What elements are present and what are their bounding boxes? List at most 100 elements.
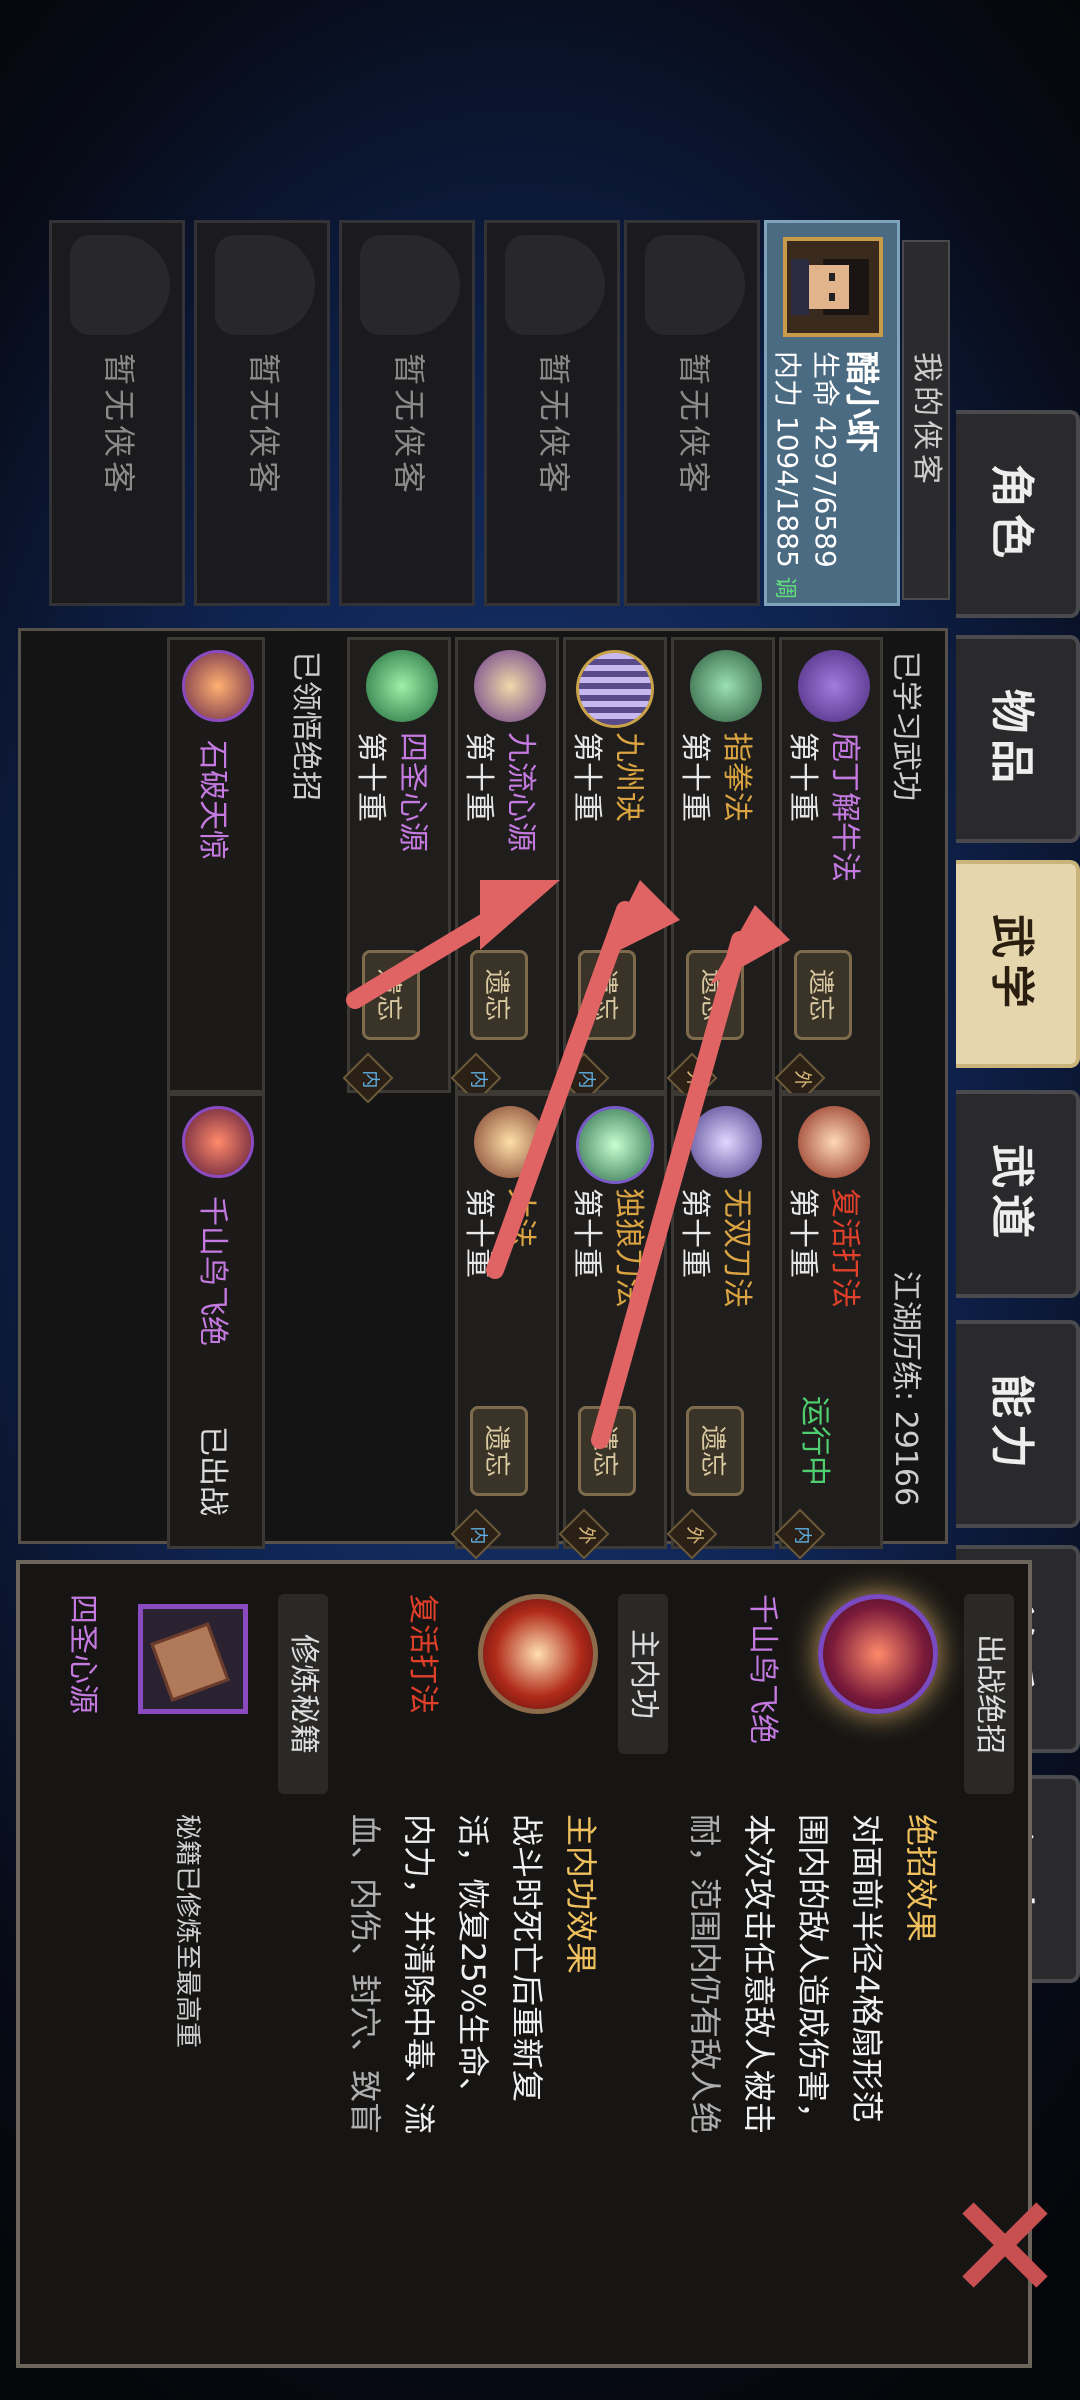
claw-icon bbox=[690, 650, 762, 722]
skill-name: 九州诀 bbox=[611, 732, 646, 822]
tab-ability[interactable]: 能力 bbox=[956, 1320, 1080, 1528]
ultimates-title: 已领悟绝招 bbox=[288, 651, 323, 801]
skill-card[interactable]: 九州诀 第十重 遗忘 内 bbox=[558, 637, 667, 1104]
main-inner-section: 主内功 bbox=[618, 1594, 668, 1754]
learned-skills-title: 已学习武功 bbox=[888, 651, 923, 801]
empty-slot-label: 暂无侠客 bbox=[245, 353, 283, 498]
forget-button[interactable]: 遗忘 bbox=[794, 950, 852, 1040]
forget-button[interactable]: 遗忘 bbox=[686, 950, 744, 1040]
hero-slot-empty[interactable]: 暂无侠客 bbox=[484, 220, 620, 606]
skill-level: 第十重 bbox=[461, 1188, 496, 1278]
ultimate-effect-line: 围内的敌人造成伤害， bbox=[794, 1814, 832, 2135]
skill-name: 九流心源 bbox=[503, 732, 538, 852]
skill-card[interactable]: 复活打法 第十重 运行中 内 bbox=[774, 1093, 883, 1560]
hero-slot-empty[interactable]: 暂无侠客 bbox=[194, 220, 330, 606]
skill-type-badge: 内 bbox=[342, 1052, 394, 1104]
skill-level: 第十重 bbox=[677, 732, 712, 822]
manual-note: 秘籍已修炼至最高重 bbox=[172, 1814, 202, 2049]
skill-level: 第十重 bbox=[677, 1188, 712, 1278]
ultimate-effect-title: 绝招效果 bbox=[902, 1814, 940, 1943]
inner-effect-line: 血、内伤、封穴、致盲 bbox=[346, 1814, 384, 2135]
empty-hero-silhouette-icon bbox=[215, 235, 315, 335]
adjust-label[interactable]: 调 bbox=[772, 577, 797, 599]
hp-label: 生命 bbox=[809, 351, 842, 408]
experience-value: 29166 bbox=[888, 1410, 923, 1507]
skill-level: 第十重 bbox=[353, 732, 388, 822]
empty-slot-label: 暂无侠客 bbox=[675, 353, 713, 498]
forget-button[interactable]: 遗忘 bbox=[686, 1406, 744, 1496]
inner-effect-title: 主内功效果 bbox=[562, 1814, 600, 1975]
skill-card[interactable]: 庖丁解牛法 第十重 遗忘 外 bbox=[774, 637, 883, 1104]
hero-slot-empty[interactable]: 暂无侠客 bbox=[624, 220, 760, 606]
hero-slot-empty[interactable]: 暂无侠客 bbox=[49, 220, 185, 606]
tab-martial-arts[interactable]: 武学 bbox=[956, 860, 1080, 1068]
ultimate-name: 千山鸟飞绝 bbox=[195, 1196, 230, 1346]
forget-button[interactable]: 遗忘 bbox=[578, 1406, 636, 1496]
skill-level: 第十重 bbox=[785, 1188, 820, 1278]
forget-button[interactable]: 遗忘 bbox=[362, 950, 420, 1040]
skill-type-badge: 内 bbox=[450, 1508, 502, 1560]
skill-level: 第十重 bbox=[461, 732, 496, 822]
skill-level: 第十重 bbox=[569, 732, 604, 822]
tab-martial-way[interactable]: 武道 bbox=[956, 1090, 1080, 1298]
hp-value: 4297/6589 bbox=[809, 415, 842, 568]
battle-ultimate-name: 千山鸟飞绝 bbox=[745, 1594, 780, 1744]
empty-slot-label: 暂无侠客 bbox=[535, 353, 573, 498]
ultimate-effect-line: 耐，范围内仍有敌人绝 bbox=[686, 1814, 724, 2135]
hero-hp: 生命 4297/6589 bbox=[807, 351, 847, 568]
running-status: 运行中 bbox=[797, 1396, 832, 1486]
skill-card[interactable]: 九流心源 第十重 遗忘 内 bbox=[450, 637, 559, 1104]
empty-slot-label: 暂无侠客 bbox=[390, 353, 428, 498]
main-inner-name: 复活打法 bbox=[405, 1594, 440, 1714]
empty-hero-silhouette-icon bbox=[645, 235, 745, 335]
orb-icon bbox=[474, 1106, 546, 1178]
mp-label: 内力 bbox=[771, 351, 804, 408]
manual-book-icon bbox=[138, 1604, 248, 1714]
hero-slot-empty[interactable]: 暂无侠客 bbox=[339, 220, 475, 606]
rotated-game-screen: 角色 物品 武学 武道 能力 关系 记事 我的侠客 醋小虾 生命 4297/65… bbox=[0, 0, 1080, 2400]
battle-ultimate-section: 出战绝招 bbox=[964, 1594, 1014, 1794]
swirl-icon bbox=[798, 650, 870, 722]
mp-value: 1094/1885 bbox=[771, 415, 804, 568]
skill-name: 太法 bbox=[503, 1188, 538, 1248]
skills-panel: 已学习武功 江湖历练: 29166 庖丁解牛法 第十重 遗忘 外 指拳法 第十重… bbox=[18, 628, 948, 1560]
hero-card-selected[interactable]: 醋小虾 生命 4297/6589 内力 1094/1885 调 bbox=[764, 220, 900, 606]
skill-name: 无双刀法 bbox=[719, 1188, 754, 1308]
skill-name: 指拳法 bbox=[719, 732, 754, 822]
ultimate-card[interactable]: 千山鸟飞绝 已出战 bbox=[167, 1093, 265, 1549]
manual-section: 修炼秘籍 bbox=[278, 1594, 328, 1794]
ultimate-effect-line: 对面前半径4格扇形范 bbox=[848, 1814, 886, 2123]
pillars-icon bbox=[576, 650, 654, 728]
forget-button[interactable]: 遗忘 bbox=[470, 950, 528, 1040]
skill-level: 第十重 bbox=[785, 732, 820, 822]
skill-card[interactable]: 独狼刀法 第十重 遗忘 外 bbox=[558, 1093, 667, 1560]
skill-card[interactable]: 无双刀法 第十重 遗忘 外 bbox=[666, 1093, 775, 1560]
hero-avatar bbox=[783, 237, 883, 337]
close-button[interactable] bbox=[950, 2190, 1060, 2300]
hero-mp: 内力 1094/1885 调 bbox=[769, 351, 809, 599]
forget-button[interactable]: 遗忘 bbox=[578, 950, 636, 1040]
skill-card[interactable]: 太法 第十重 遗忘 内 bbox=[450, 1093, 559, 1560]
manual-name: 四圣心源 bbox=[65, 1594, 100, 1714]
ultimate-card[interactable]: 石破天惊 bbox=[167, 637, 265, 1093]
tab-role[interactable]: 角色 bbox=[956, 410, 1080, 618]
experience-readout: 江湖历练: 29166 bbox=[887, 1271, 931, 1506]
seal-icon bbox=[182, 1106, 254, 1178]
hero-name: 醋小虾 bbox=[841, 351, 881, 453]
forget-button[interactable]: 遗忘 bbox=[470, 1406, 528, 1496]
ultimate-name: 石破天惊 bbox=[195, 740, 230, 860]
empty-hero-silhouette-icon bbox=[505, 235, 605, 335]
inner-effect-line: 活，恢复25%生命、 bbox=[454, 1814, 492, 2110]
skill-card[interactable]: 指拳法 第十重 遗忘 外 bbox=[666, 637, 775, 1104]
skill-type-badge: 外 bbox=[558, 1508, 610, 1560]
inner-effect-line: 战斗时死亡后重新复 bbox=[508, 1814, 546, 2103]
empty-slot-label: 暂无侠客 bbox=[100, 353, 138, 498]
fist-icon bbox=[474, 650, 546, 722]
tab-items[interactable]: 物品 bbox=[956, 635, 1080, 843]
detail-panel: 出战绝招 千山鸟飞绝 绝招效果 对面前半径4格扇形范 围内的敌人造成伤害， 本次… bbox=[16, 1560, 1032, 2368]
skill-name: 复活打法 bbox=[827, 1188, 862, 1308]
skill-type-badge: 外 bbox=[666, 1508, 718, 1560]
skill-card[interactable]: 四圣心源 第十重 遗忘 内 bbox=[342, 637, 451, 1104]
main-inner-burst-icon bbox=[478, 1594, 598, 1714]
skill-type-badge: 内 bbox=[774, 1508, 826, 1560]
